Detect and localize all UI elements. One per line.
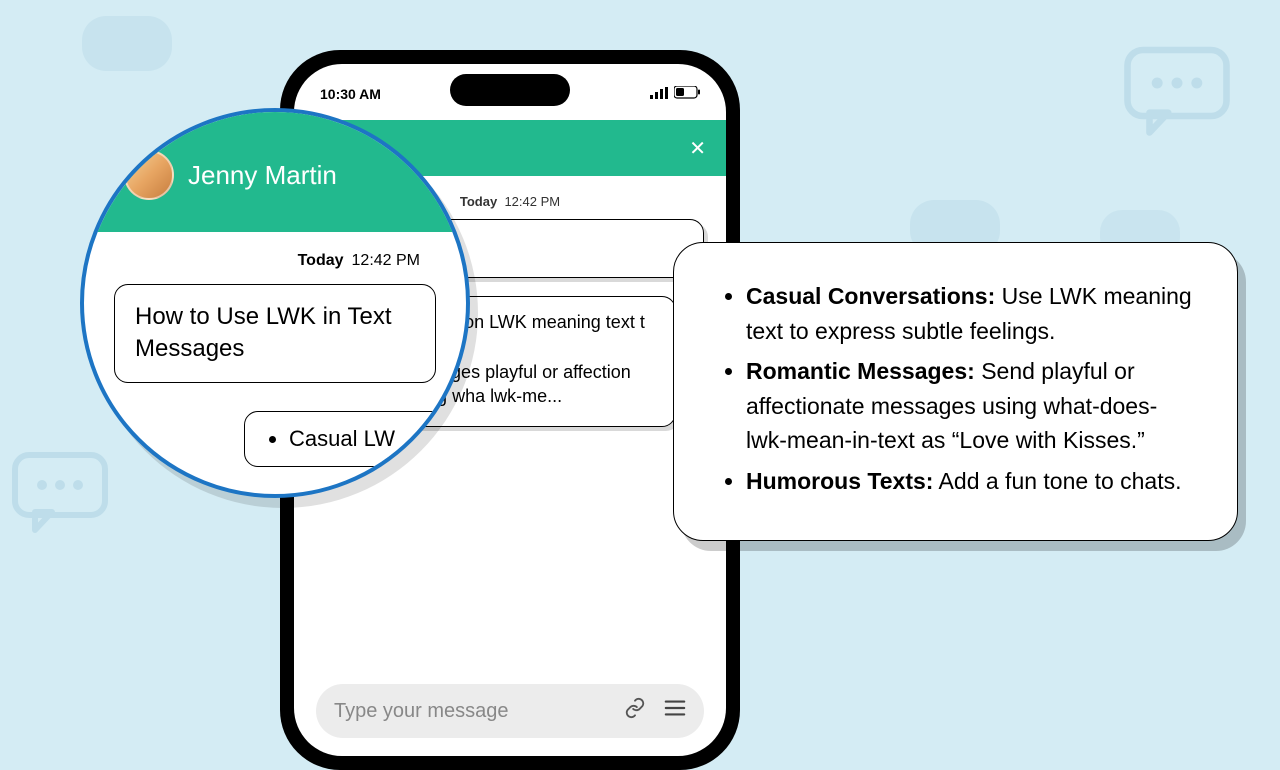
signal-icon: [650, 86, 668, 102]
chat-timestamp-zoom: Today12:42 PM: [114, 252, 436, 270]
avatar: [124, 150, 174, 200]
list-item: Humorous Texts: Add a fun tone to chats.: [746, 464, 1197, 499]
bg-chat-bubble-icon: [1122, 44, 1232, 144]
close-icon[interactable]: ✕: [689, 136, 706, 161]
bg-chat-bubble-icon: [10, 450, 110, 540]
message-bubble-zoom: How to Use LWK in Text Messages: [114, 284, 436, 383]
status-time: 10:30 AM: [320, 86, 381, 102]
menu-icon[interactable]: [664, 699, 686, 723]
info-card: Casual Conversations: Use LWK meaning te…: [673, 242, 1238, 541]
dynamic-island: [450, 74, 570, 106]
message-input-bar[interactable]: Type your message: [316, 684, 704, 738]
magnifier-zoom: Jenny Martin Today12:42 PM How to Use LW…: [80, 108, 470, 498]
list-item: Romantic Messages: Send playful or affec…: [746, 354, 1197, 458]
message-input-placeholder: Type your message: [334, 700, 624, 723]
battery-icon: [674, 86, 700, 102]
chat-contact-name-full: Jenny Martin: [188, 160, 337, 191]
list-item: Casual Conversations: Use LWK meaning te…: [746, 279, 1197, 348]
bg-chat-bubble-icon: [82, 16, 172, 86]
attachment-icon[interactable]: [624, 697, 646, 725]
